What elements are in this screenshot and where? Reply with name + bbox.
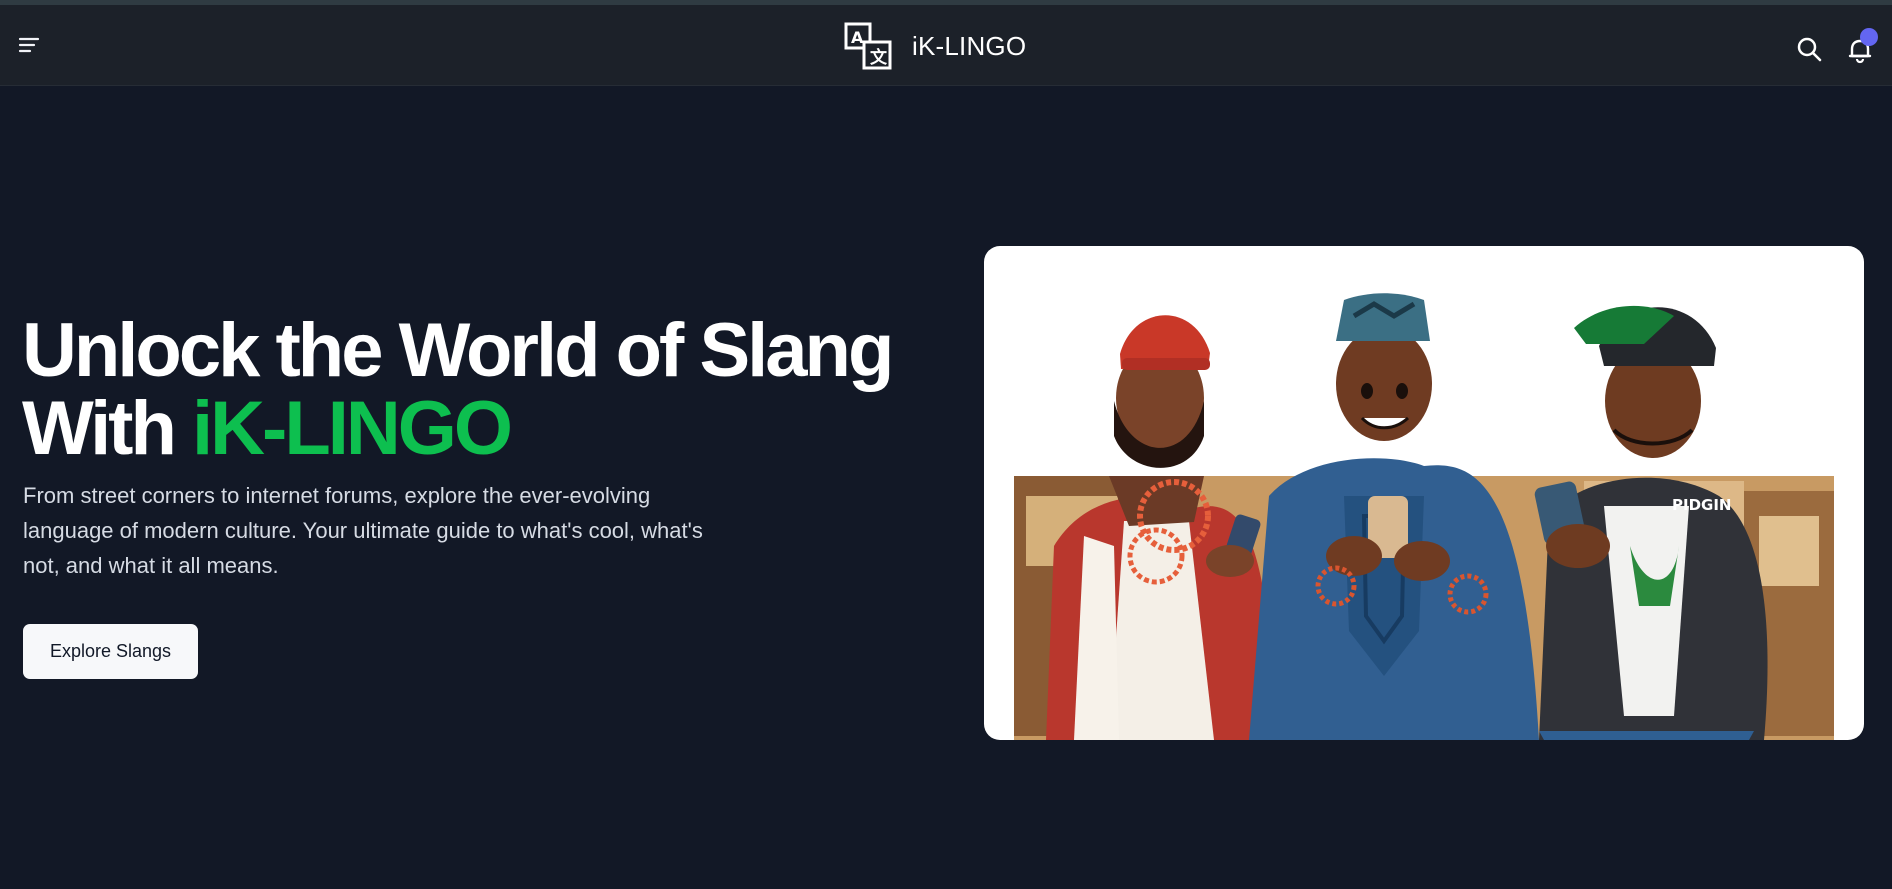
search-icon (1797, 37, 1822, 62)
hero-illustration: PIDGIN (984, 246, 1864, 740)
hero-description: From street corners to internet forums, … (23, 483, 703, 578)
app-title: iK-LINGO (912, 30, 1027, 61)
explore-slangs-button[interactable]: Explore Slangs (23, 624, 198, 679)
menu-icon (18, 37, 40, 53)
hero-title-line1: Unlock the World of Slang (22, 308, 894, 393)
hero-title: Unlock the World of Slang With iK-LINGO (22, 312, 952, 468)
menu-button[interactable] (16, 33, 42, 57)
search-button[interactable] (1795, 35, 1823, 63)
app-header: A 文 iK-LINGO (0, 5, 1892, 86)
translate-logo-icon: A 文 (844, 22, 892, 70)
brand[interactable]: A 文 iK-LINGO (844, 22, 1026, 70)
jacket-text: PIDGIN (1672, 496, 1731, 514)
notification-badge (1860, 28, 1878, 46)
hero-title-prefix: With (22, 386, 193, 471)
hero-title-brand: iK-LINGO (192, 386, 513, 471)
svg-text:文: 文 (870, 47, 888, 68)
svg-text:A: A (851, 28, 864, 47)
